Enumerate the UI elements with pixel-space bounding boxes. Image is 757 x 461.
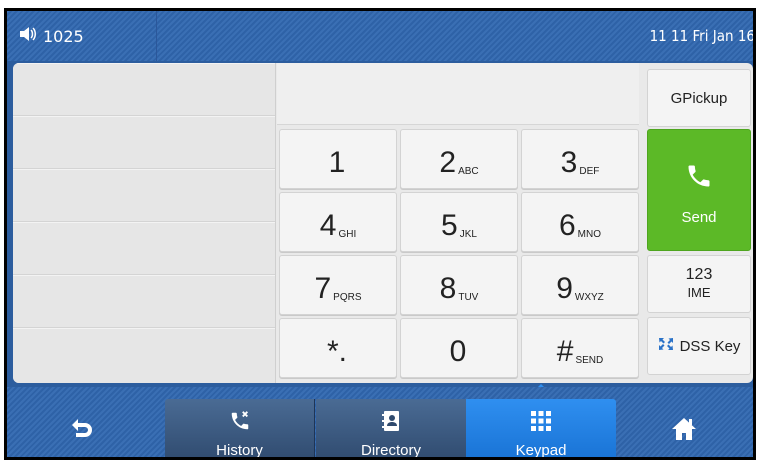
ime-button[interactable]: 123 IME	[647, 255, 751, 313]
bottom-nav: History Directory Keypad	[7, 387, 753, 459]
tab-keypad-label: Keypad	[515, 442, 567, 459]
tab-directory[interactable]: Directory	[316, 399, 466, 459]
dial-input[interactable]	[277, 63, 639, 125]
dss-key-list	[13, 63, 276, 383]
account-label: 1025	[43, 26, 84, 46]
key-3[interactable]: 3 DEF	[521, 129, 639, 189]
gpickup-button[interactable]: GPickup	[647, 69, 751, 127]
home-button[interactable]	[659, 403, 709, 457]
dss-key-slot[interactable]	[13, 328, 275, 381]
speaker-icon	[19, 26, 37, 46]
key-6[interactable]: 6 MNO	[521, 192, 639, 252]
datetime-label: 11 11 Fri Jan 16	[649, 27, 755, 45]
ime-mode-label: 123	[685, 266, 713, 283]
history-icon	[229, 410, 251, 442]
status-bar: 1025 11 11 Fri Jan 16	[7, 11, 753, 61]
expand-arrows-icon	[658, 337, 674, 355]
account-indicator[interactable]: 1025	[7, 11, 157, 61]
dss-key-button[interactable]: DSS Key	[647, 317, 751, 375]
key-9[interactable]: 9 WXYZ	[521, 255, 639, 315]
dss-key-slot[interactable]	[13, 169, 275, 222]
tab-history[interactable]: History	[165, 399, 315, 459]
key-1[interactable]: 1	[279, 129, 397, 189]
contacts-book-icon	[381, 410, 401, 442]
phone-screen: 1025 11 11 Fri Jan 16 1 2 ABC 3 DEF 4 GHI 5…	[4, 8, 756, 460]
dss-key-slot[interactable]	[13, 222, 275, 275]
key-0[interactable]: 0	[400, 318, 518, 378]
back-icon	[70, 418, 94, 444]
key-hash[interactable]: # SEND	[521, 318, 639, 378]
key-7[interactable]: 7 PQRS	[279, 255, 397, 315]
key-2[interactable]: 2 ABC	[400, 129, 518, 189]
keypad-grid-icon	[530, 410, 552, 442]
send-button[interactable]: Send	[647, 129, 751, 251]
home-icon	[671, 417, 697, 445]
tab-directory-label: Directory	[360, 442, 421, 459]
ime-label: IME	[687, 285, 711, 300]
back-button[interactable]	[57, 403, 107, 457]
dss-key-label: DSS Key	[679, 337, 741, 355]
tab-keypad[interactable]: Keypad	[466, 399, 616, 459]
dss-key-slot[interactable]	[13, 275, 275, 328]
dialer-panel: 1 2 ABC 3 DEF 4 GHI 5 JKL 6 MNO 7 PQRS 8 TUV 9W…	[13, 63, 753, 383]
key-4[interactable]: 4 GHI	[279, 192, 397, 252]
key-8[interactable]: 8 TUV	[400, 255, 518, 315]
send-label: Send	[681, 209, 717, 226]
dss-key-slot[interactable]	[13, 116, 275, 169]
key-star[interactable]: *.	[279, 318, 397, 378]
key-5[interactable]: 5 JKL	[400, 192, 518, 252]
phone-icon	[685, 162, 713, 195]
tab-history-label: History	[216, 442, 263, 459]
dss-key-slot[interactable]	[13, 63, 275, 116]
